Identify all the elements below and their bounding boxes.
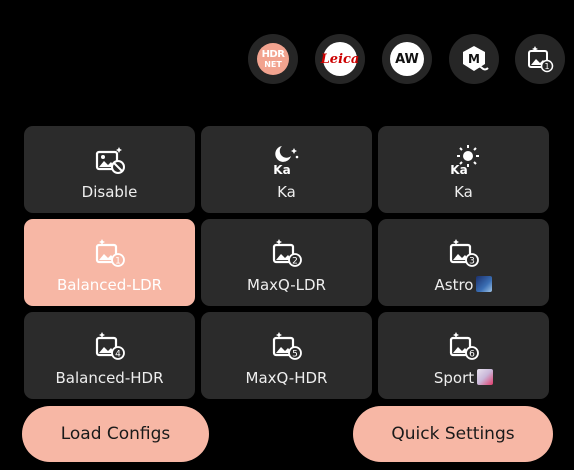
config-6-icon: 6 [447, 329, 481, 363]
runner-icon [477, 369, 494, 385]
tile-label: Sport [433, 369, 475, 387]
tile-label-row: Astro [435, 276, 493, 294]
milky-way-icon [476, 276, 493, 292]
tile-balanced-ldr[interactable]: 1 Balanced-LDR [24, 219, 195, 306]
aw-icon: AW [390, 42, 424, 76]
night-ka-icon: Ka [270, 143, 304, 177]
tile-label: Balanced-LDR [56, 276, 163, 294]
leica-icon: Leica [321, 42, 359, 76]
tile-disable[interactable]: Disable [24, 126, 195, 213]
tile-balanced-hdr[interactable]: 4 Balanced-HDR [24, 312, 195, 399]
hdr-net-button[interactable]: HDR NET [248, 34, 298, 84]
tile-label: Ka [277, 183, 296, 201]
top-toolbar: HDR NET Leica AW M 1 [0, 34, 574, 84]
svg-text:Ka: Ka [450, 163, 467, 176]
tile-label: Ka [454, 183, 473, 201]
svg-text:1: 1 [544, 62, 549, 71]
quick-settings-button[interactable]: Quick Settings [353, 406, 553, 462]
config-4-icon: 4 [93, 329, 127, 363]
sun-ka-icon: Ka [447, 143, 481, 177]
load-configs-button[interactable]: Load Configs [22, 406, 209, 462]
svg-text:Ka: Ka [273, 163, 290, 176]
tile-maxq-ldr[interactable]: 2 MaxQ-LDR [201, 219, 372, 306]
svg-text:1: 1 [115, 257, 121, 267]
tile-label: Astro [434, 276, 474, 294]
config-1-icon: 1 [93, 236, 127, 270]
tile-label: MaxQ-HDR [245, 369, 328, 387]
tile-label-row: Sport [433, 369, 494, 387]
svg-text:M: M [468, 52, 480, 66]
svg-text:4: 4 [115, 350, 121, 360]
hdr-net-icon: HDR NET [257, 43, 289, 75]
tile-label: Disable [81, 183, 138, 201]
config-1-button[interactable]: 1 [515, 34, 565, 84]
leica-button[interactable]: Leica [315, 34, 365, 84]
tile-label: Balanced-HDR [55, 369, 164, 387]
tile-maxq-hdr[interactable]: 5 MaxQ-HDR [201, 312, 372, 399]
quick-settings-label: Quick Settings [391, 424, 515, 444]
tile-sport[interactable]: 6 Sport [378, 312, 549, 399]
config-2-icon: 2 [270, 236, 304, 270]
load-configs-label: Load Configs [60, 424, 171, 444]
tile-label: MaxQ-LDR [247, 276, 326, 294]
tile-astro[interactable]: 3 Astro [378, 219, 549, 306]
tile-ka-day[interactable]: Ka Ka [378, 126, 549, 213]
aw-button[interactable]: AW [382, 34, 432, 84]
tile-ka-night[interactable]: Ka Ka [201, 126, 372, 213]
config-5-icon: 5 [270, 329, 304, 363]
m-mode-button[interactable]: M [449, 34, 499, 84]
svg-text:5: 5 [292, 350, 298, 360]
svg-text:3: 3 [469, 257, 475, 267]
svg-text:2: 2 [292, 257, 298, 267]
config-1-icon: 1 [523, 42, 557, 76]
svg-text:6: 6 [469, 350, 475, 360]
config-3-icon: 3 [447, 236, 481, 270]
m-wave-icon: M [457, 42, 491, 76]
image-disable-icon [93, 143, 127, 177]
